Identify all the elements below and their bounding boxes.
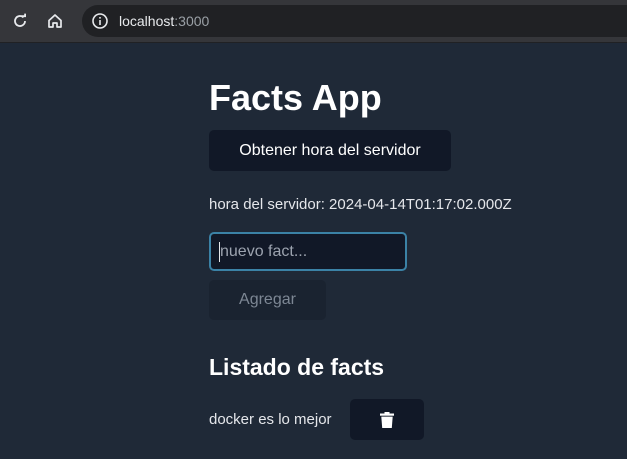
text-caret <box>219 242 220 262</box>
server-time-text: hora del servidor: 2024-04-14T01:17:02.0… <box>209 196 512 213</box>
reload-icon <box>14 13 26 27</box>
url-text[interactable]: localhost:3000 <box>119 13 209 29</box>
get-server-time-button[interactable]: Obtener hora del servidor <box>209 130 451 171</box>
info-icon[interactable] <box>91 12 109 30</box>
list-item: docker es lo mejor <box>209 399 509 440</box>
url-host: localhost <box>119 13 175 29</box>
facts-list-title: Listado de facts <box>209 354 385 380</box>
browser-toolbar: localhost:3000 <box>0 0 627 43</box>
address-bar[interactable]: localhost:3000 <box>82 5 627 37</box>
fact-text: docker es lo mejor <box>209 411 332 428</box>
url-port: :3000 <box>174 13 210 29</box>
reload-button[interactable] <box>7 8 33 34</box>
delete-fact-button[interactable] <box>350 399 424 440</box>
trash-icon <box>380 411 394 428</box>
add-fact-button[interactable]: Agregar <box>209 280 326 320</box>
home-icon <box>48 14 62 28</box>
page-title: Facts App <box>209 77 382 118</box>
home-button[interactable] <box>42 8 68 34</box>
new-fact-input[interactable] <box>209 232 407 271</box>
